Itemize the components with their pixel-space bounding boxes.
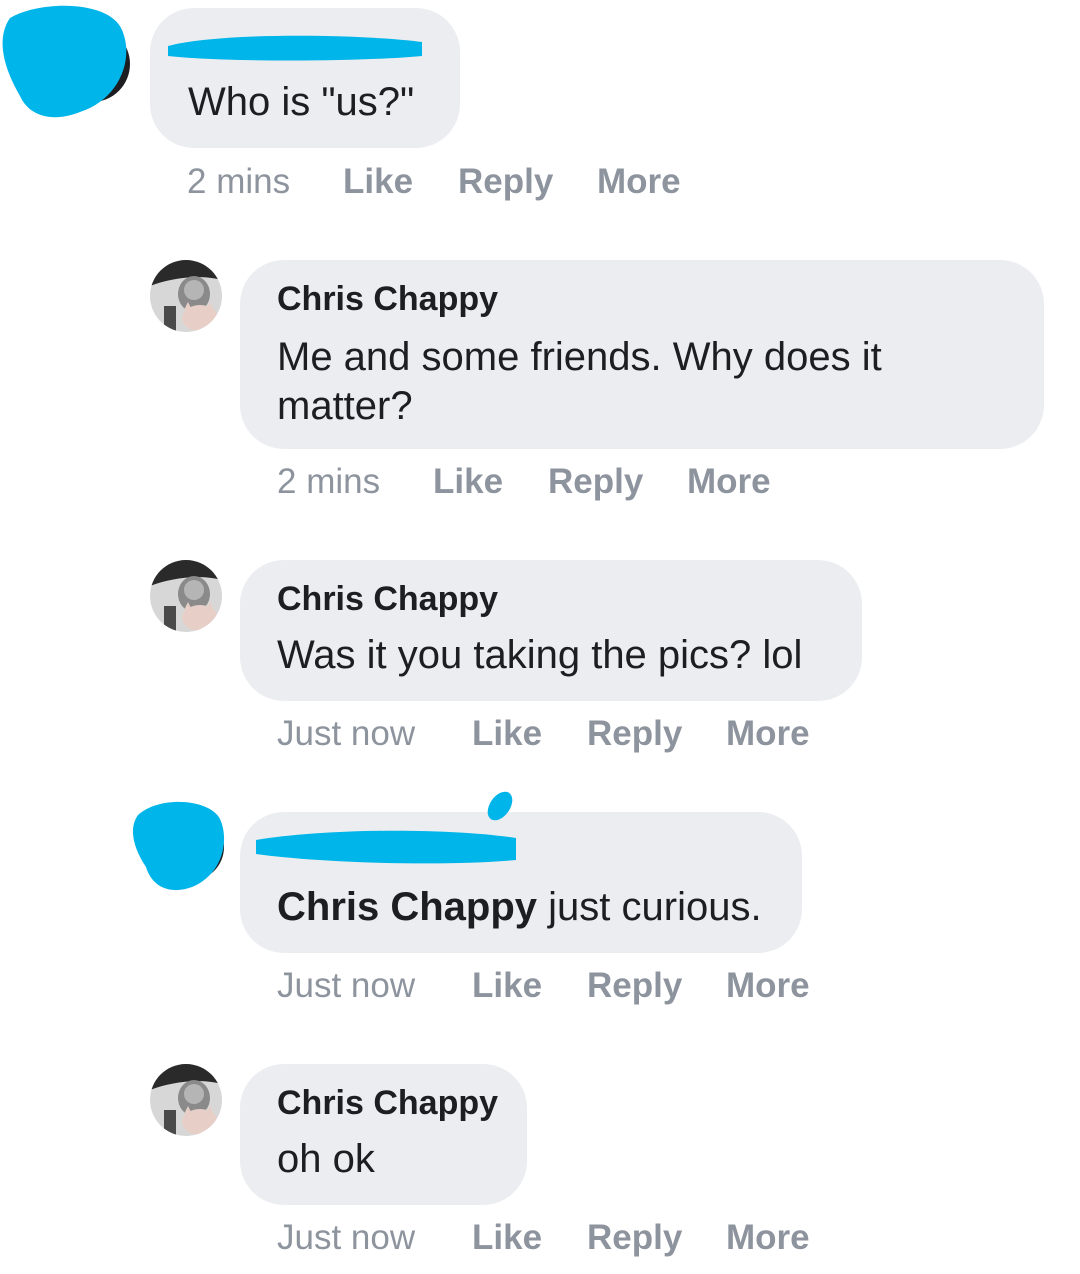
avatar[interactable] xyxy=(150,260,222,332)
comment-text: Who is "us?" xyxy=(188,80,415,124)
more-button[interactable]: More xyxy=(726,966,810,1006)
redacted-avatar xyxy=(132,801,225,891)
reply-button[interactable]: Reply xyxy=(587,966,682,1006)
reply-button[interactable]: Reply xyxy=(458,162,553,202)
more-button[interactable]: More xyxy=(687,462,771,502)
avatar[interactable] xyxy=(150,1064,222,1136)
comment-text: Chris Chappy just curious. xyxy=(277,885,762,929)
reply-button[interactable]: Reply xyxy=(587,714,682,754)
comment-timestamp: Just now xyxy=(277,966,416,1005)
cat-avatar-icon xyxy=(150,560,222,632)
more-button[interactable]: More xyxy=(597,162,681,202)
comment-text-body: just curious. xyxy=(548,885,762,929)
author-name[interactable]: Chris Chappy xyxy=(277,1084,498,1123)
like-button[interactable]: Like xyxy=(472,1218,542,1258)
mention-link[interactable]: Chris Chappy xyxy=(277,885,537,929)
redacted-avatar xyxy=(2,5,130,118)
author-name[interactable]: Chris Chappy xyxy=(277,580,498,619)
like-button[interactable]: Like xyxy=(433,462,503,502)
comment-timestamp: 2 mins xyxy=(187,162,291,201)
like-button[interactable]: Like xyxy=(472,966,542,1006)
cat-avatar-icon xyxy=(150,260,222,332)
redacted-author-name xyxy=(256,791,516,864)
author-name[interactable]: Chris Chappy xyxy=(277,280,498,319)
comment-text: Was it you taking the pics? lol xyxy=(277,633,803,677)
comment-timestamp: Just now xyxy=(277,714,416,753)
more-button[interactable]: More xyxy=(726,1218,810,1258)
cat-avatar-icon xyxy=(150,1064,222,1136)
redacted-author-name xyxy=(168,35,422,61)
comment-timestamp: Just now xyxy=(277,1218,416,1257)
comment-text: oh ok xyxy=(277,1137,375,1181)
reply-button[interactable]: Reply xyxy=(587,1218,682,1258)
like-button[interactable]: Like xyxy=(343,162,413,202)
like-button[interactable]: Like xyxy=(472,714,542,754)
comment-text: Me and some friends. Why does it matter? xyxy=(277,335,882,428)
more-button[interactable]: More xyxy=(726,714,810,754)
reply-button[interactable]: Reply xyxy=(548,462,643,502)
avatar[interactable] xyxy=(150,560,222,632)
comment-timestamp: 2 mins xyxy=(277,462,381,501)
